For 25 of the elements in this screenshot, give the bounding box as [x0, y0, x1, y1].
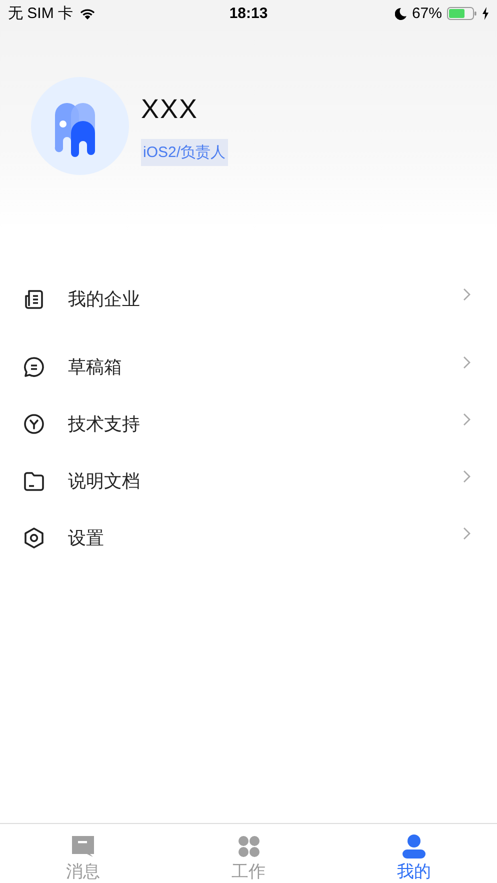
- grid-icon: [236, 834, 262, 859]
- menu-item[interactable]: 说明文档: [0, 452, 497, 509]
- user-name: XXX: [141, 94, 198, 125]
- battery-percent: 67%: [412, 4, 442, 22]
- clock-time: 18:13: [229, 4, 268, 22]
- battery-icon: [447, 6, 477, 20]
- chevron-icon: [463, 413, 471, 426]
- moon-icon: [394, 6, 407, 20]
- chevron-icon: [463, 288, 471, 301]
- menu-item[interactable]: 我的企业: [0, 270, 497, 327]
- menu-item[interactable]: 设置: [0, 509, 497, 566]
- person-icon: [401, 834, 428, 859]
- message-icon: [70, 834, 96, 859]
- chevron-icon: [463, 356, 471, 369]
- chevron-icon: [463, 527, 471, 540]
- wifi-icon: [79, 6, 96, 20]
- settings-icon: [22, 526, 46, 550]
- carrier-text: 无 SIM 卡: [8, 4, 74, 22]
- chat-icon: [22, 354, 46, 378]
- charging-icon: [482, 6, 489, 20]
- menu-item[interactable]: 技术支持: [0, 395, 497, 452]
- role-tag: iOS2/负责人: [141, 139, 228, 166]
- chevron-icon: [463, 470, 471, 483]
- menu-item[interactable]: 草稿箱: [0, 338, 497, 395]
- tab[interactable]: 我的: [331, 824, 497, 883]
